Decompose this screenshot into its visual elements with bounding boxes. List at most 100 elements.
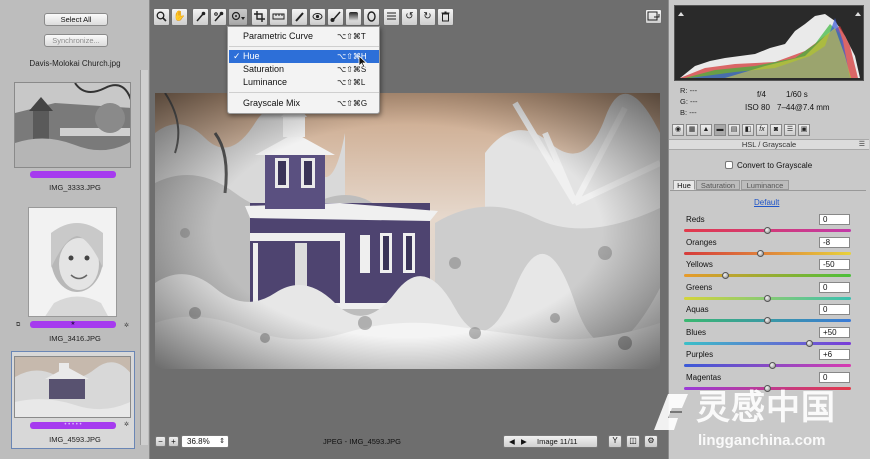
slider-label-greens: Greens (686, 283, 713, 292)
snapshots-tab-icon[interactable]: ▣ (798, 124, 810, 136)
slider-value-reds[interactable]: 0 (819, 214, 850, 225)
menu-item-saturation[interactable]: Saturation ⌥⇧⌘S (229, 63, 379, 76)
select-all-button[interactable]: Select All (44, 13, 108, 26)
camera-calibration-tab-icon[interactable]: ◙ (770, 124, 782, 136)
filmstrip-scrollbar[interactable] (140, 70, 148, 445)
slider-handle-blues[interactable] (806, 340, 813, 347)
toolbar: ✋ ↺ ↻ (153, 8, 454, 26)
chevron-down-icon: ⇕ (219, 438, 225, 445)
tab-saturation[interactable]: Saturation (696, 180, 740, 190)
slider-handle-greens[interactable] (764, 295, 771, 302)
straighten-icon[interactable] (269, 8, 288, 26)
thumbnail-img-4593[interactable] (14, 356, 131, 418)
presets-tab-icon[interactable]: ☰ (784, 124, 796, 136)
synchronize-button[interactable]: Synchronize... (44, 34, 108, 47)
slider-value-greens[interactable]: 0 (819, 282, 850, 293)
star-rating[interactable]: ★ (30, 321, 116, 328)
before-after-icon[interactable]: ◫ (626, 435, 640, 448)
hand-icon[interactable]: ✋ (171, 8, 188, 26)
menu-item-label: Parametric Curve (243, 31, 314, 41)
menu-item-label: Saturation (243, 64, 285, 74)
adjusted-badge-icon: ✲ (124, 422, 130, 428)
tab-hue[interactable]: Hue (673, 180, 695, 190)
rotate-right-icon[interactable]: ↻ (419, 8, 436, 26)
slider-value-yellows[interactable]: -50 (819, 259, 850, 270)
thumbnail-name: IMG_3333.JPG (49, 183, 101, 192)
tone-curve-tab-icon[interactable]: ▦ (686, 124, 698, 136)
thumbnail-name: IMG_4593.JPG (49, 435, 101, 444)
effects-tab-icon[interactable]: fx (756, 124, 768, 136)
menu-separator (229, 46, 379, 47)
eyedropper-icon[interactable] (192, 8, 209, 26)
menu-item-shortcut: ⌥⇧⌘G (337, 99, 368, 108)
menu-separator (229, 92, 379, 93)
checkmark-icon: ✓ (233, 51, 241, 61)
targeted-adjust-icon[interactable] (228, 8, 248, 26)
zoom-in-button[interactable]: + (168, 436, 179, 447)
crop-icon[interactable] (251, 8, 268, 26)
hsl-tab-icon[interactable]: ▬ (714, 124, 726, 136)
graduated-filter-icon[interactable] (345, 8, 362, 26)
radial-filter-icon[interactable] (363, 8, 380, 26)
lens-corrections-tab-icon[interactable]: ◧ (742, 124, 754, 136)
adjustment-brush-icon[interactable] (327, 8, 344, 26)
slider-handle-aquas[interactable] (764, 317, 771, 324)
preferences-icon[interactable] (383, 8, 400, 26)
adjusted-badge-icon: ✲ (124, 323, 130, 329)
tab-luminance[interactable]: Luminance (741, 180, 789, 190)
next-image-icon[interactable]: ▶ (521, 436, 527, 447)
shadow-clipping-icon[interactable] (678, 8, 684, 16)
slider-track-blues[interactable] (684, 342, 851, 345)
fullscreen-icon[interactable] (645, 9, 662, 24)
basic-tab-icon[interactable]: ◉ (672, 124, 684, 136)
thumbnail-img-3333[interactable] (14, 82, 131, 168)
watermark: 灵感中国 lingganchina.com (648, 388, 863, 456)
menu-item-luminance[interactable]: Luminance ⌥⇧⌘L (229, 76, 379, 89)
red-eye-icon[interactable] (309, 8, 326, 26)
rotate-left-icon[interactable]: ↺ (401, 8, 418, 26)
menu-item-hue[interactable]: ✓ Hue ⌥⇧⌘H (229, 50, 379, 63)
slider-handle-yellows[interactable] (722, 272, 729, 279)
menu-item-label: Luminance (243, 77, 288, 87)
slider-handle-reds[interactable] (764, 227, 771, 234)
zoom-icon[interactable] (153, 8, 170, 26)
menu-item-label: Hue (243, 51, 260, 61)
panel-title: HSL / Grayscale (741, 140, 797, 149)
targeted-adjust-menu: Parametric Curve ⌥⇧⌘T ✓ Hue ⌥⇧⌘H Saturat… (227, 26, 380, 114)
image-counter: Image 11/11 (537, 437, 578, 446)
detail-tab-icon[interactable]: ▲ (700, 124, 712, 136)
slider-label-magentas: Magentas (686, 373, 722, 382)
trash-icon[interactable] (437, 8, 454, 26)
thumbnail-img-3416[interactable] (28, 207, 117, 317)
slider-value-magentas[interactable]: 0 (819, 372, 850, 383)
lens-info: 7–44@7.4 mm (777, 103, 830, 112)
slider-value-blues[interactable]: +50 (819, 327, 850, 338)
menu-item-parametric-curve[interactable]: Parametric Curve ⌥⇧⌘T (229, 30, 379, 43)
tab-divider (670, 190, 866, 191)
slider-value-aquas[interactable]: 0 (819, 304, 850, 315)
color-sampler-icon[interactable] (210, 8, 227, 26)
filter-toggle-icon[interactable]: Y (608, 435, 622, 448)
panel-menu-icon[interactable]: ☰ (859, 140, 865, 150)
slider-value-purples[interactable]: +6 (819, 349, 850, 360)
highlight-clipping-icon[interactable] (855, 8, 861, 16)
previous-image-icon[interactable]: ◀ (509, 436, 515, 447)
preview-image[interactable] (155, 92, 662, 369)
convert-grayscale-checkbox[interactable] (725, 161, 733, 169)
convert-grayscale-label: Convert to Grayscale (737, 161, 813, 170)
slider-value-oranges[interactable]: -8 (819, 237, 850, 248)
default-link[interactable]: Default (754, 198, 779, 207)
slider-handle-oranges[interactable] (757, 250, 764, 257)
zoom-out-button[interactable]: − (155, 436, 166, 447)
star-rating[interactable]: • • • • • (30, 422, 116, 429)
crop-badge-icon: ⧉ (16, 322, 21, 328)
slider-handle-purples[interactable] (769, 362, 776, 369)
split-toning-tab-icon[interactable]: ▤ (728, 124, 740, 136)
slider-track-yellows[interactable] (684, 274, 851, 277)
filmstrip-panel: Select All Synchronize... Davis-Molokai … (0, 0, 150, 459)
slider-track-purples[interactable] (684, 364, 851, 367)
spot-removal-icon[interactable] (291, 8, 308, 26)
menu-item-grayscale-mix[interactable]: Grayscale Mix ⌥⇧⌘G (229, 97, 379, 110)
zoom-level-select[interactable]: 36.8% ⇕ (181, 435, 229, 448)
slider-track-oranges[interactable] (684, 252, 851, 255)
